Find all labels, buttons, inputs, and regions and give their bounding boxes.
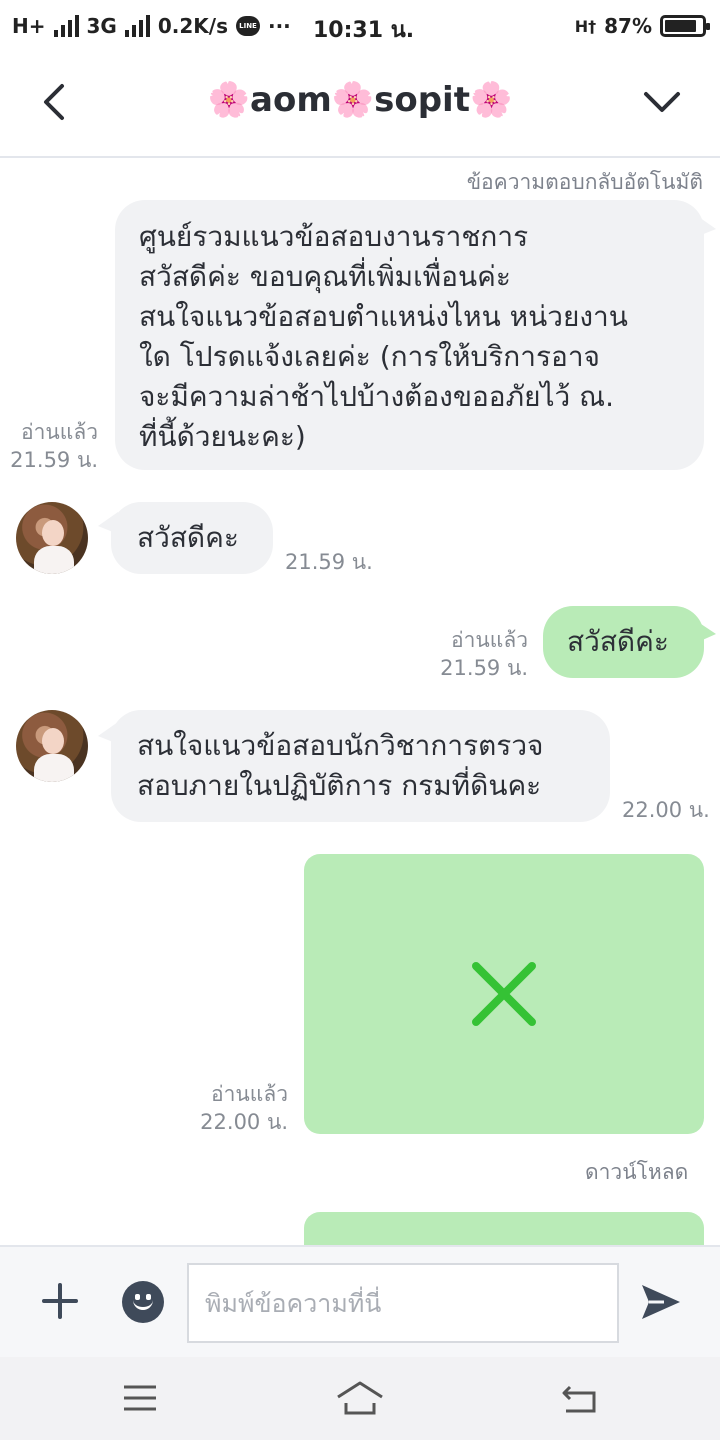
emoji-icon [133, 1300, 153, 1310]
read-status: อ่านแล้ว [451, 628, 528, 652]
message-bubble-incoming[interactable]: สนใจแนวข้อสอบนักวิชาการตรวจ สอบภายในปฏิบ… [111, 710, 610, 822]
system-nav-bar [0, 1357, 720, 1440]
image-message[interactable] [304, 1212, 704, 1245]
message-text: ศูนย์รวมแนวข้อสอบงานราชการ สวัสดีค่ะ ขอบ… [139, 220, 628, 453]
network-3g-label: 3G [86, 14, 117, 38]
chat-area[interactable]: ข้อความตอบกลับอัตโนมัติ ศูนย์รวมแนวข้อสอ… [0, 160, 720, 1245]
network-type-label: H+ [12, 14, 46, 38]
avatar[interactable] [16, 502, 88, 574]
bubble-tail [698, 622, 716, 642]
message-text: สวัสดีค่ะ [567, 625, 669, 658]
message-bubble-outgoing[interactable]: ศูนย์รวมแนวข้อสอบงานราชการ สวัสดีค่ะ ขอบ… [115, 200, 704, 470]
signal-icon [53, 15, 79, 37]
menu-icon [124, 1385, 156, 1411]
home-nav-button[interactable] [334, 1377, 386, 1421]
download-link[interactable]: ดาวน์โหลด [585, 1156, 688, 1189]
line-app-icon: LINE [235, 16, 260, 36]
send-button[interactable] [638, 1279, 684, 1325]
message-meta: อ่านแล้ว 21.59 น. [10, 418, 98, 474]
message-input[interactable] [187, 1263, 619, 1343]
message-text: สวัสดีคะ [137, 521, 239, 554]
message-meta: อ่านแล้ว 21.59 น. [430, 626, 528, 682]
image-message[interactable] [304, 854, 704, 1134]
avatar[interactable] [16, 710, 88, 782]
chat-menu-button[interactable] [638, 78, 686, 126]
more-notifications-icon: ··· [267, 14, 291, 38]
message-time: 21.59 น. [10, 448, 98, 472]
read-status: อ่านแล้ว [211, 1082, 288, 1106]
status-right: H† 87% [574, 10, 710, 42]
bubble-tail [696, 215, 716, 237]
back-icon [562, 1385, 596, 1413]
message-time: 22.00 น. [622, 798, 710, 822]
message-input-bar [0, 1245, 720, 1357]
message-meta: อ่านแล้ว 22.00 น. [196, 1080, 288, 1136]
emoji-button[interactable] [122, 1281, 164, 1323]
battery-icon [660, 15, 710, 37]
message-time: 21.59 น. [285, 550, 373, 574]
signal-icon [124, 15, 150, 37]
status-time: 10:31 น. [313, 18, 415, 43]
chat-header: 🌸aom🌸sopit🌸 [0, 52, 720, 158]
auto-reply-note: ข้อความตอบกลับอัตโนมัติ [466, 170, 703, 194]
battery-fill [665, 20, 696, 32]
plus-icon [42, 1283, 78, 1319]
broken-image-x-icon [472, 962, 536, 1026]
send-icon [642, 1285, 680, 1319]
network-speed: 0.2K/s [157, 14, 228, 38]
message-time: 21.59 น. [440, 656, 528, 680]
read-status: อ่านแล้ว [21, 420, 98, 444]
battery-percent: 87% [604, 14, 652, 38]
chat-title[interactable]: 🌸aom🌸sopit🌸 [0, 80, 720, 120]
message-text: สนใจแนวข้อสอบนักวิชาการตรวจ สอบภายในปฏิบ… [137, 729, 544, 802]
home-icon [337, 1381, 383, 1415]
status-left: H+ 3G 0.2K/s LINE ··· [12, 10, 291, 42]
add-attachment-button[interactable] [36, 1277, 84, 1325]
network-right-label: H† [574, 16, 597, 36]
chevron-down-icon [644, 92, 680, 112]
status-bar: H+ 3G 0.2K/s LINE ··· 10:31 น. H† 87% [0, 0, 720, 52]
message-time: 22.00 น. [200, 1110, 288, 1134]
message-bubble-incoming[interactable]: สวัสดีคะ [111, 502, 273, 574]
back-nav-button[interactable] [556, 1377, 604, 1421]
menu-nav-button[interactable] [116, 1377, 164, 1421]
message-bubble-outgoing[interactable]: สวัสดีค่ะ [543, 606, 704, 678]
